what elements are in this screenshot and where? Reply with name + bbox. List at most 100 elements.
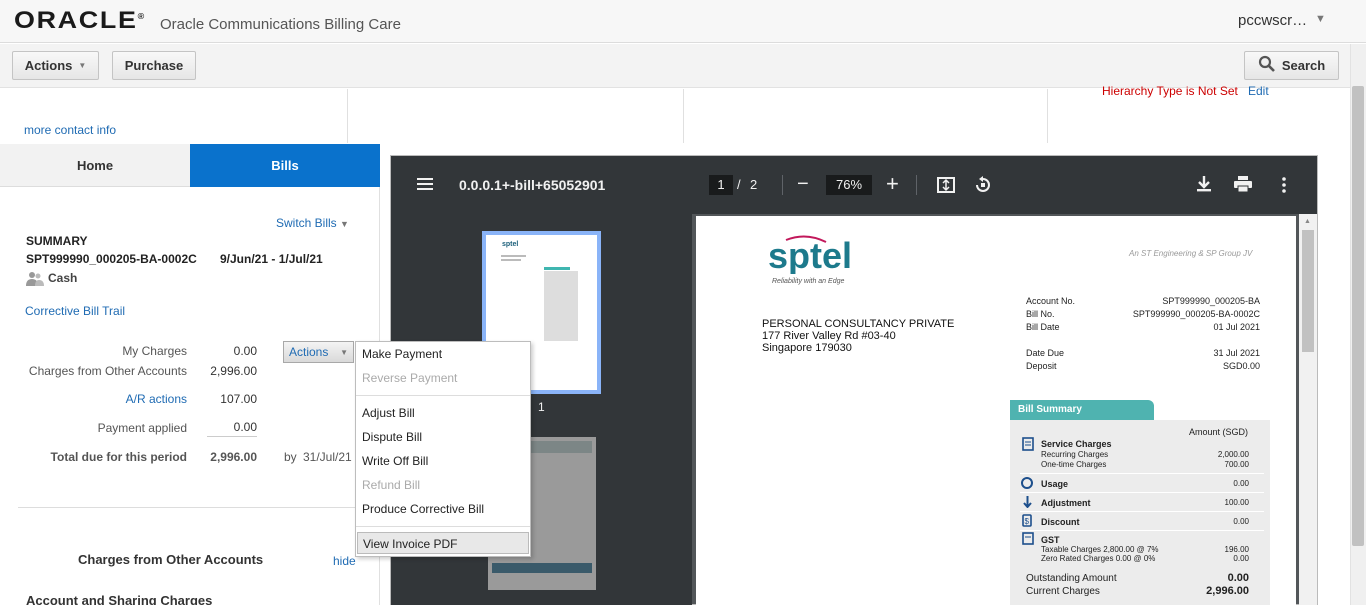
menu-separator xyxy=(356,526,530,527)
actions-button[interactable]: Actions ▼ xyxy=(12,51,99,80)
usage-label: Usage xyxy=(1041,479,1069,489)
meta-value: SPT999990_000205-BA xyxy=(1162,296,1260,306)
pdf-scrollbar[interactable]: ▲ xyxy=(1299,214,1317,605)
pdf-scrollbar-thumb[interactable] xyxy=(1302,230,1314,352)
caret-down-icon: ▼ xyxy=(78,61,87,70)
menu-icon[interactable] xyxy=(417,177,433,196)
bill-actions-button[interactable]: Actions ▼ xyxy=(283,341,354,363)
customer-city: Singapore 179030 xyxy=(762,342,852,354)
menu-item-view-invoice-pdf[interactable]: View Invoice PDF xyxy=(357,532,529,554)
meta-value: SPT999990_000205-BA-0002C xyxy=(1132,309,1260,319)
menu-item-produce-corrective-bill[interactable]: Produce Corrective Bill xyxy=(362,502,484,516)
sptel-logo: sptel xyxy=(766,234,866,298)
meta-value: 01 Jul 2021 xyxy=(1213,322,1260,332)
sptel-tagline: Reliability with an Edge xyxy=(772,278,845,285)
more-contact-info-link[interactable]: more contact info xyxy=(24,123,116,137)
my-charges-label: My Charges xyxy=(122,344,187,358)
fit-page-icon[interactable] xyxy=(937,177,955,198)
thumbnail-page-label: 1 xyxy=(538,400,545,414)
bill-id: SPT999990_000205-BA-0002C xyxy=(26,252,197,266)
divider xyxy=(683,89,684,143)
due-date: 31/Jul/21 xyxy=(303,450,352,464)
divider xyxy=(1047,89,1048,143)
onetime-value: 700.00 xyxy=(1224,460,1249,469)
customer-street: 177 River Valley Rd #03-40 xyxy=(762,330,896,342)
menu-item-refund-bill: Refund Bill xyxy=(362,478,421,492)
tab-bills[interactable]: Bills xyxy=(190,144,380,187)
divider xyxy=(1020,473,1264,474)
menu-item-write-off-bill[interactable]: Write Off Bill xyxy=(362,454,428,468)
meta-label: Account No. xyxy=(1026,296,1076,306)
payment-applied-label: Payment applied xyxy=(97,421,187,435)
menu-item-dispute-bill[interactable]: Dispute Bill xyxy=(362,430,422,444)
other-accounts-label: Charges from Other Accounts xyxy=(28,364,187,378)
zoom-out-icon[interactable]: − xyxy=(797,173,809,196)
switch-bills-label: Switch Bills xyxy=(276,216,337,230)
hide-link[interactable]: hide xyxy=(333,554,356,568)
purchase-button[interactable]: Purchase xyxy=(112,51,196,80)
search-button[interactable]: Search xyxy=(1244,51,1339,80)
print-icon[interactable] xyxy=(1234,176,1252,197)
jv-text: An ST Engineering & SP Group JV xyxy=(1129,249,1253,258)
discount-label: Discount xyxy=(1041,517,1080,527)
toolbar xyxy=(0,44,1350,88)
gst-label: GST xyxy=(1041,535,1060,545)
chevron-down-icon[interactable]: ▼ xyxy=(1315,13,1326,25)
thumbnail-line xyxy=(501,255,526,257)
amount-header: Amount (SGD) xyxy=(1189,427,1249,437)
corrective-bill-trail-link[interactable]: Corrective Bill Trail xyxy=(25,304,125,318)
menu-separator xyxy=(356,395,530,396)
meta-label: Bill Date xyxy=(1026,322,1060,332)
customer-address: PERSONAL CONSULTANCY PRIVATE 177 River V… xyxy=(762,318,954,354)
switch-bills-link[interactable]: Switch Bills ▼ xyxy=(276,216,349,230)
divider xyxy=(916,175,917,195)
caret-down-icon: ▼ xyxy=(340,219,349,229)
bill-actions-menu: Make Payment Reverse Payment Adjust Bill… xyxy=(355,341,531,557)
bill-tabs: Home Bills xyxy=(0,144,380,187)
app-title: Oracle Communications Billing Care xyxy=(160,16,401,33)
divider xyxy=(1020,492,1264,493)
divider xyxy=(347,89,348,143)
rotate-icon[interactable] xyxy=(974,176,992,199)
page-number-input[interactable]: 1 xyxy=(709,175,733,195)
other-accounts-heading: Charges from Other Accounts xyxy=(78,552,264,567)
meta-row: Bill Date 01 Jul 2021 xyxy=(1026,322,1260,335)
menu-item-make-payment[interactable]: Make Payment xyxy=(362,347,442,361)
tab-home[interactable]: Home xyxy=(0,144,190,187)
meta-label: Bill No. xyxy=(1026,309,1055,319)
menu-item-adjust-bill[interactable]: Adjust Bill xyxy=(362,406,415,420)
zero-rated-value: 0.00 xyxy=(1233,554,1249,563)
bill-meta: Account No. SPT999990_000205-BA Bill No. S… xyxy=(1026,296,1260,374)
menu-item-reverse-payment: Reverse Payment xyxy=(362,371,458,385)
gst-icon xyxy=(1022,532,1034,550)
bill-summary-panel: Switch Bills ▼ SUMMARY SPT999990_000205-… xyxy=(0,187,380,605)
bill-summary-tab: Bill Summary xyxy=(1010,400,1154,420)
zoom-input[interactable]: 76% xyxy=(826,175,872,195)
user-menu[interactable]: pccwscr… xyxy=(1238,12,1307,29)
other-accounts-value: 2,996.00 xyxy=(210,364,257,378)
recurring-label: Recurring Charges xyxy=(1041,450,1109,459)
sharing-charges-heading: Account and Sharing Charges xyxy=(26,593,213,605)
outstanding-value: 0.00 xyxy=(1227,572,1249,584)
zero-rated-label: Zero Rated Charges 0.00 @ 0% xyxy=(1041,554,1156,563)
hierarchy-edit-link[interactable]: Edit xyxy=(1248,84,1269,98)
taxable-value: 196.00 xyxy=(1224,545,1249,554)
adjustment-label: Adjustment xyxy=(1041,498,1091,508)
page-count: 2 xyxy=(750,177,758,192)
customer-name: PERSONAL CONSULTANCY PRIVATE xyxy=(762,318,955,330)
search-label: Search xyxy=(1281,58,1326,73)
download-icon[interactable] xyxy=(1197,176,1211,197)
scroll-up-icon[interactable]: ▲ xyxy=(1304,218,1311,225)
total-due-label: Total due for this period xyxy=(50,450,187,464)
summary-heading: SUMMARY xyxy=(26,234,88,248)
page-separator: / xyxy=(737,177,741,192)
current-charges-label: Current Charges xyxy=(1026,586,1100,597)
meta-row: Account No. SPT999990_000205-BA xyxy=(1026,296,1260,309)
onetime-label: One-time Charges xyxy=(1041,460,1107,469)
receipt-icon xyxy=(1022,437,1034,456)
page-scrollbar-thumb[interactable] xyxy=(1352,86,1364,546)
more-options-icon[interactable] xyxy=(1282,177,1286,198)
discount-value: 0.00 xyxy=(1233,517,1249,526)
zoom-in-icon[interactable]: + xyxy=(886,171,899,197)
ar-actions-link[interactable]: A/R actions xyxy=(0,392,187,406)
